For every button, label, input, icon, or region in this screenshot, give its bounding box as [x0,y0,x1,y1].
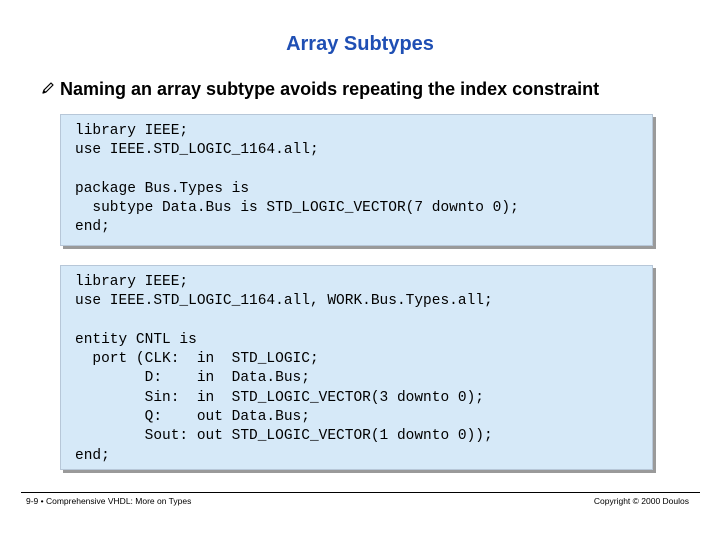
code-line: subtype Data.Bus is STD_LOGIC_VECTOR(7 d… [75,200,519,217]
code-listing: library IEEE; use IEEE.STD_LOGIC_1164.al… [75,122,519,238]
code-listing: library IEEE; use IEEE.STD_LOGIC_1164.al… [75,273,493,466]
footer-divider [21,492,700,493]
code-line: Sout: out STD_LOGIC_VECTOR(1 downto 0)); [75,428,493,445]
code-line: use IEEE.STD_LOGIC_1164.all; [75,142,319,159]
slide-title: Array Subtypes [286,33,434,55]
code-line: end; [75,447,110,464]
pencil-icon [42,82,54,94]
code-line: Q: out Data.Bus; [75,409,310,426]
bullet-point: Naming an array subtype avoids repeating… [42,79,599,100]
code-line: library IEEE; [75,123,189,139]
code-line: use IEEE.STD_LOGIC_1164.all, WORK.Bus.Ty… [75,293,493,310]
code-line: entity CNTL is [75,331,197,348]
code-line: library IEEE; [75,274,189,290]
code-block-entity: library IEEE; use IEEE.STD_LOGIC_1164.al… [60,265,653,470]
code-line: package Bus.Types is [75,180,250,197]
code-line: end; [75,219,110,236]
code-line: Sin: in STD_LOGIC_VECTOR(3 downto 0); [75,389,484,406]
code-line: port (CLK: in STD_LOGIC; [75,351,319,368]
code-line: D: in Data.Bus; [75,370,310,387]
code-block-package: library IEEE; use IEEE.STD_LOGIC_1164.al… [60,114,653,246]
footer-course-label: 9-9 • Comprehensive VHDL: More on Types [26,496,192,506]
footer-copyright: Copyright © 2000 Doulos [593,496,689,506]
bullet-text: Naming an array subtype avoids repeating… [60,79,600,99]
